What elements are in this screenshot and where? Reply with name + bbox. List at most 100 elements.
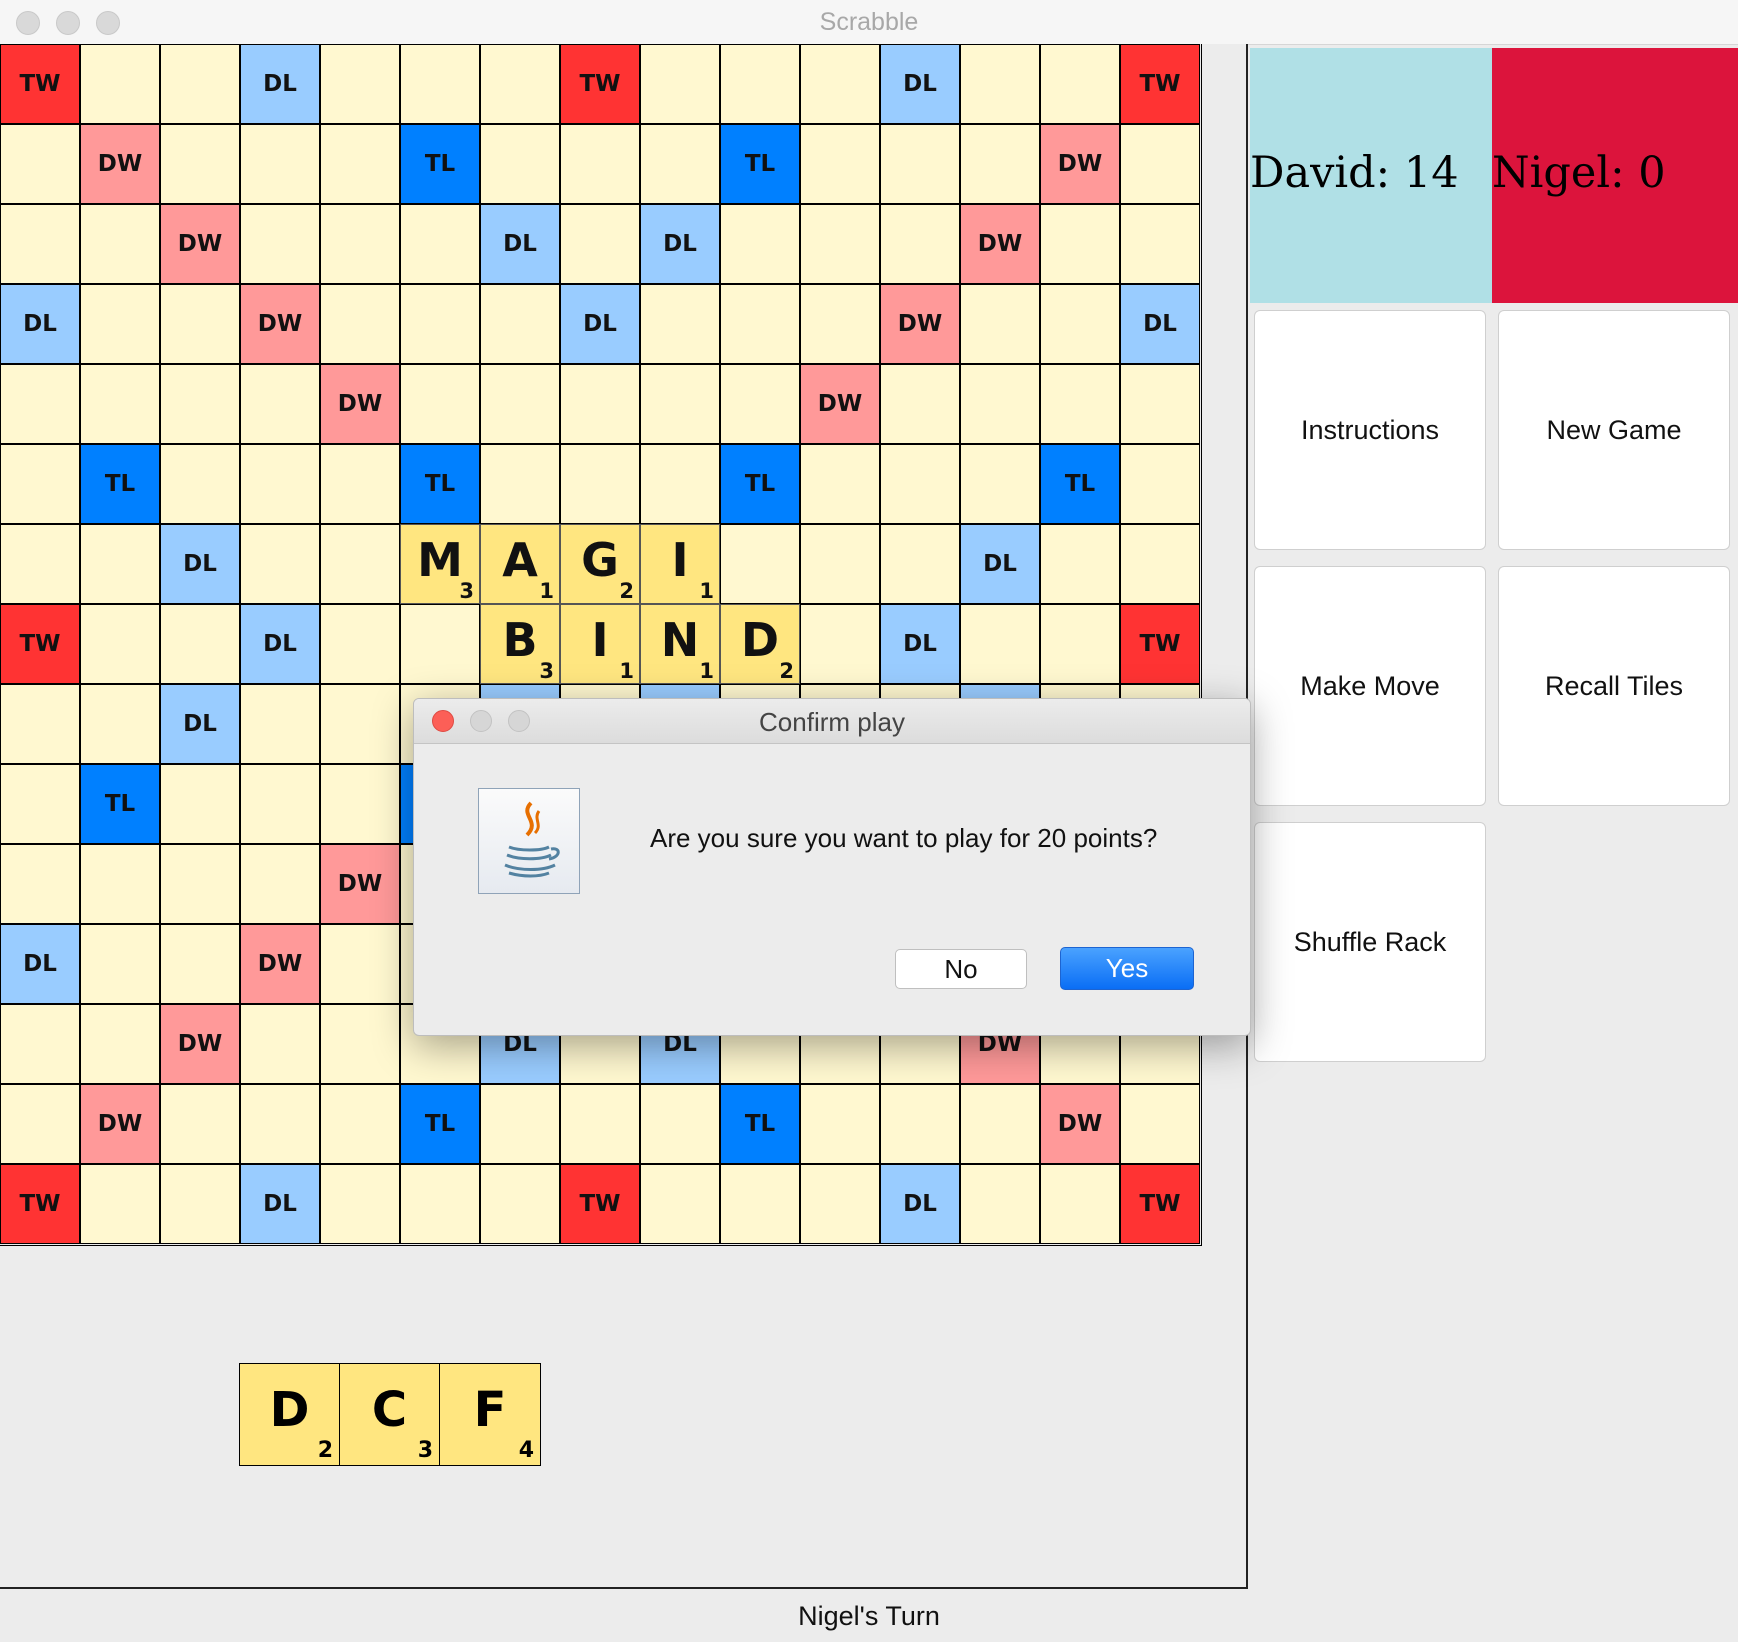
board-cell-r0-c8[interactable] [640,44,720,124]
board-cell-r4-c11[interactable] [880,364,960,444]
board-cell-r14-c11[interactable]: DL [880,1164,960,1244]
board-cell-r13-c0[interactable] [0,1084,80,1164]
board-cell-r6-c4[interactable] [320,524,400,604]
board-cell-r1-c2[interactable] [160,124,240,204]
board-cell-r0-c3[interactable]: DL [240,44,320,124]
board-cell-r3-c10[interactable] [800,284,880,364]
board-cell-r7-c1[interactable] [80,604,160,684]
board-cell-r3-c3[interactable]: DW [240,284,320,364]
board-cell-r7-c10[interactable] [800,604,880,684]
board-cell-r6-c0[interactable] [0,524,80,604]
board-cell-r6-c2[interactable]: DL [160,524,240,604]
board-cell-r13-c8[interactable] [640,1084,720,1164]
board-cell-r10-c1[interactable] [80,844,160,924]
board-cell-r2-c11[interactable] [880,204,960,284]
board-cell-r1-c0[interactable] [0,124,80,204]
board-cell-r3-c14[interactable]: DL [1120,284,1200,364]
rack-tile[interactable]: F4 [440,1364,540,1465]
board-cell-r7-c2[interactable] [160,604,240,684]
board-cell-r0-c11[interactable]: DL [880,44,960,124]
board-cell-r14-c3[interactable]: DL [240,1164,320,1244]
board-cell-r3-c12[interactable] [960,284,1040,364]
placed-tile[interactable]: A1 [480,524,560,604]
board-cell-r5-c1[interactable]: TL [80,444,160,524]
board-cell-r12-c4[interactable] [320,1004,400,1084]
board-cell-r1-c10[interactable] [800,124,880,204]
board-cell-r3-c6[interactable] [480,284,560,364]
scrabble-board[interactable]: TW DL TW DL TW DW TL TL DW DW DL DL DW DL DW DL DW DL DW DW… [0,44,1202,1246]
board-cell-r4-c6[interactable] [480,364,560,444]
board-cell-r12-c0[interactable] [0,1004,80,1084]
board-cell-r0-c7[interactable]: TW [560,44,640,124]
board-cell-r1-c7[interactable] [560,124,640,204]
board-cell-r2-c12[interactable]: DW [960,204,1040,284]
board-cell-r9-c4[interactable] [320,764,400,844]
board-cell-r5-c4[interactable] [320,444,400,524]
board-cell-r1-c4[interactable] [320,124,400,204]
board-cell-r1-c9[interactable]: TL [720,124,800,204]
board-cell-r9-c2[interactable] [160,764,240,844]
board-cell-r3-c13[interactable] [1040,284,1120,364]
board-cell-r14-c10[interactable] [800,1164,880,1244]
board-cell-r10-c0[interactable] [0,844,80,924]
board-cell-r2-c10[interactable] [800,204,880,284]
board-cell-r7-c0[interactable]: TW [0,604,80,684]
board-cell-r14-c14[interactable]: TW [1120,1164,1200,1244]
tile-rack[interactable]: D2C3F4 [239,1363,541,1466]
board-cell-r1-c6[interactable] [480,124,560,204]
board-cell-r1-c8[interactable] [640,124,720,204]
board-cell-r13-c4[interactable] [320,1084,400,1164]
board-cell-r5-c2[interactable] [160,444,240,524]
board-cell-r1-c3[interactable] [240,124,320,204]
board-cell-r2-c14[interactable] [1120,204,1200,284]
board-cell-r3-c2[interactable] [160,284,240,364]
board-cell-r3-c8[interactable] [640,284,720,364]
board-cell-r1-c12[interactable] [960,124,1040,204]
board-cell-r14-c5[interactable] [400,1164,480,1244]
board-cell-r11-c2[interactable] [160,924,240,1004]
board-cell-r10-c2[interactable] [160,844,240,924]
board-cell-r0-c1[interactable] [80,44,160,124]
placed-tile[interactable]: B3 [480,604,560,684]
board-cell-r5-c12[interactable] [960,444,1040,524]
board-cell-r2-c13[interactable] [1040,204,1120,284]
board-cell-r4-c10[interactable]: DW [800,364,880,444]
board-cell-r1-c14[interactable] [1120,124,1200,204]
board-cell-r4-c3[interactable] [240,364,320,444]
board-cell-r0-c9[interactable] [720,44,800,124]
board-cell-r8-c3[interactable] [240,684,320,764]
board-cell-r2-c9[interactable] [720,204,800,284]
board-cell-r9-c1[interactable]: TL [80,764,160,844]
recall-tiles-button[interactable]: Recall Tiles [1498,566,1730,806]
board-cell-r3-c9[interactable] [720,284,800,364]
board-cell-r14-c6[interactable] [480,1164,560,1244]
shuffle-rack-button[interactable]: Shuffle Rack [1254,822,1486,1062]
placed-tile[interactable]: N1 [640,604,720,684]
board-cell-r10-c4[interactable]: DW [320,844,400,924]
board-cell-r2-c4[interactable] [320,204,400,284]
board-cell-r5-c8[interactable] [640,444,720,524]
placed-tile[interactable]: D2 [720,604,800,684]
board-cell-r3-c1[interactable] [80,284,160,364]
board-cell-r0-c5[interactable] [400,44,480,124]
board-cell-r3-c11[interactable]: DW [880,284,960,364]
board-cell-r14-c12[interactable] [960,1164,1040,1244]
board-cell-r0-c4[interactable] [320,44,400,124]
board-cell-r8-c4[interactable] [320,684,400,764]
board-cell-r7-c4[interactable] [320,604,400,684]
board-cell-r13-c3[interactable] [240,1084,320,1164]
board-cell-r2-c8[interactable]: DL [640,204,720,284]
placed-tile[interactable]: M3 [400,524,480,604]
board-cell-r4-c1[interactable] [80,364,160,444]
board-cell-r4-c0[interactable] [0,364,80,444]
board-cell-r6-c9[interactable] [720,524,800,604]
board-cell-r0-c12[interactable] [960,44,1040,124]
board-cell-r6-c13[interactable] [1040,524,1120,604]
board-cell-r14-c1[interactable] [80,1164,160,1244]
board-cell-r5-c13[interactable]: TL [1040,444,1120,524]
board-cell-r12-c1[interactable] [80,1004,160,1084]
board-cell-r14-c9[interactable] [720,1164,800,1244]
board-cell-r5-c6[interactable] [480,444,560,524]
no-button[interactable]: No [895,949,1027,989]
board-cell-r2-c0[interactable] [0,204,80,284]
